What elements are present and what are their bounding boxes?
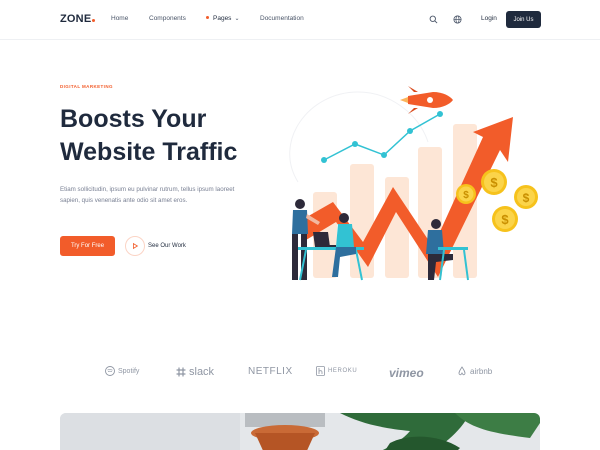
trend-point <box>321 157 327 163</box>
nav-link-pages-label: Pages <box>213 15 232 22</box>
feature-photo <box>60 413 540 450</box>
brand-logo[interactable]: ZONE <box>60 13 96 25</box>
play-icon <box>133 242 139 250</box>
logo-spotify-label: Spotify <box>118 367 140 375</box>
join-us-button[interactable]: Join Us <box>506 11 541 28</box>
logo-spotify: Spotify <box>105 366 139 376</box>
play-button[interactable] <box>125 236 145 256</box>
svg-text:$: $ <box>463 190 469 201</box>
plant-photo-graphic <box>60 413 540 450</box>
airbnb-icon <box>458 366 466 376</box>
nav-link-components[interactable]: Components <box>149 15 186 22</box>
try-for-free-button[interactable]: Try For Free <box>60 236 115 256</box>
logo-airbnb: airbnb <box>457 366 492 376</box>
logo-netflix-label: NETFLIX <box>248 366 293 377</box>
nav-link-documentation[interactable]: Documentation <box>260 15 304 22</box>
brand-name: ZONE <box>60 13 92 25</box>
search-icon[interactable] <box>427 13 439 25</box>
trend-point <box>407 128 413 134</box>
hero-paragraph: Etiam sollicitudin, ipsum eu pulvinar ru… <box>60 186 235 204</box>
logo-vimeo-label: vimeo <box>389 366 424 380</box>
coin-icon: $ <box>456 184 476 204</box>
nav-link-home[interactable]: Home <box>111 15 128 22</box>
trend-point <box>381 152 387 158</box>
coin-icon: $ <box>492 206 518 232</box>
hero-eyebrow: DIGITAL MARKETING <box>60 84 113 89</box>
hero-title: Boosts Your Website Traffic <box>60 103 270 169</box>
coin-icon: $ <box>481 169 507 195</box>
heroku-icon <box>316 366 325 376</box>
hero-illustration: $ $ $ $ <box>289 86 538 281</box>
top-navbar: ZONE Home Components Pages ⌄ Documentatio… <box>0 0 600 40</box>
coin-icon: $ <box>514 185 538 209</box>
logo-heroku-label: HEROKU <box>328 368 358 374</box>
chevron-down-icon: ⌄ <box>234 16 240 22</box>
nav-link-pages[interactable]: Pages ⌄ <box>206 15 239 22</box>
logo-vimeo: vimeo <box>389 366 424 380</box>
logo-netflix: NETFLIX <box>248 366 293 377</box>
see-our-work-link[interactable]: See Our Work <box>148 243 186 249</box>
trend-point <box>437 111 443 117</box>
navbar-divider <box>0 39 600 40</box>
svg-text:$: $ <box>501 212 509 227</box>
rocket-icon <box>400 86 453 114</box>
slack-icon <box>176 367 186 377</box>
svg-text:$: $ <box>490 175 498 190</box>
logo-slack: slack <box>176 366 214 378</box>
logo-slack-label: slack <box>189 366 215 378</box>
hero-title-line1: Boosts Your <box>60 105 207 133</box>
trend-point <box>352 141 358 147</box>
hero-title-line2: Website Traffic <box>60 138 238 166</box>
spotify-icon <box>105 366 115 376</box>
login-link[interactable]: Login <box>481 15 497 22</box>
active-dot <box>206 16 209 19</box>
brand-dot <box>92 19 96 22</box>
logo-heroku: HEROKU <box>316 366 357 376</box>
svg-text:$: $ <box>523 191 530 205</box>
logo-airbnb-label: airbnb <box>470 366 493 376</box>
bar-shape <box>385 177 409 278</box>
globe-icon[interactable] <box>451 13 463 25</box>
